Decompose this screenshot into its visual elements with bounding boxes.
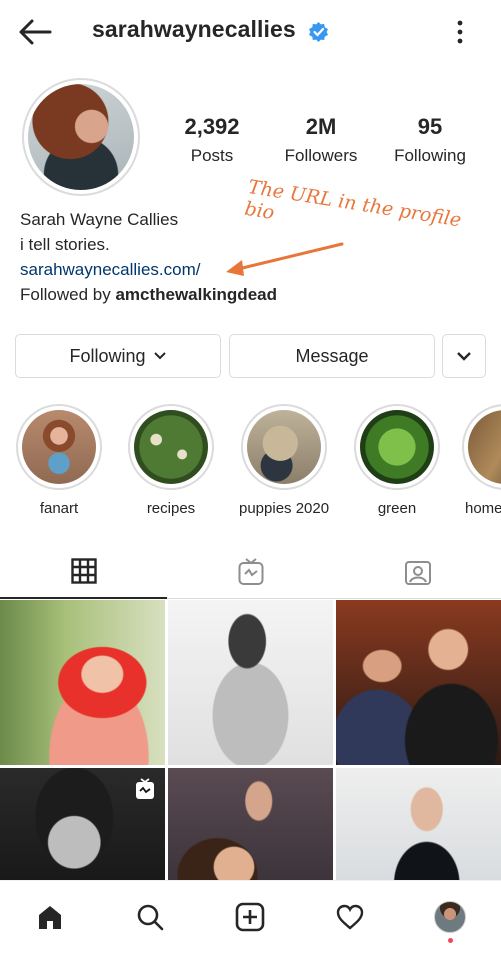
profile-bio: Sarah Wayne Callies i tell stories. sara… <box>20 207 277 307</box>
stat-following-label: Following <box>394 146 466 165</box>
highlight-fanart[interactable]: fanart <box>14 404 104 517</box>
tab-grid[interactable] <box>0 544 167 599</box>
highlight-ring <box>16 404 102 490</box>
notification-dot <box>448 938 453 943</box>
home-icon <box>39 906 61 929</box>
highlight-image <box>22 410 96 484</box>
profile-username: sarahwaynecallies <box>92 16 296 42</box>
highlight-ring <box>241 404 327 490</box>
bio-text: i tell stories. <box>20 235 110 254</box>
highlight-green[interactable]: green <box>352 404 442 517</box>
highlight-image <box>247 410 321 484</box>
profile-avatar-icon <box>434 901 466 933</box>
stat-posts-count: 2,392 <box>184 114 240 139</box>
heart-icon <box>336 904 364 930</box>
stat-following[interactable]: 95 Following <box>385 114 475 166</box>
highlight-label: green <box>377 500 417 517</box>
nav-profile[interactable] <box>430 899 470 935</box>
followed-by-account[interactable]: amcthewalkingdead <box>115 285 277 304</box>
chevron-down-icon <box>153 352 166 360</box>
highlight-ring <box>462 404 501 490</box>
posts-grid <box>0 600 501 880</box>
message-button[interactable]: Message <box>229 334 435 378</box>
add-post-icon <box>235 902 265 932</box>
igtv-icon <box>136 778 154 799</box>
stat-followers-label: Followers <box>284 146 358 165</box>
followed-by-prefix: Followed by <box>20 285 116 304</box>
profile-header: sarahwaynecallies <box>0 0 501 64</box>
tab-tagged[interactable] <box>334 544 501 599</box>
following-button[interactable]: Following <box>15 334 221 378</box>
highlight-label: home <box>465 500 501 517</box>
highlight-image <box>134 410 208 484</box>
stat-posts[interactable]: 2,392 Posts <box>172 114 252 166</box>
highlight-home[interactable]: home <box>462 404 501 517</box>
more-options-icon[interactable] <box>450 18 470 46</box>
verified-badge-icon <box>309 22 328 42</box>
igtv-icon <box>238 557 263 585</box>
followed-by[interactable]: Followed by amcthewalkingdead <box>20 282 277 307</box>
profile-tabs <box>0 544 501 599</box>
stat-followers[interactable]: 2M Followers <box>276 114 366 166</box>
post-thumbnail[interactable] <box>0 768 165 880</box>
tab-igtv[interactable] <box>167 544 334 599</box>
nav-activity[interactable] <box>330 899 370 935</box>
highlight-ring <box>354 404 440 490</box>
highlight-label: puppies 2020 <box>239 500 330 517</box>
search-icon <box>137 904 164 931</box>
highlight-ring <box>128 404 214 490</box>
nav-search[interactable] <box>130 899 170 935</box>
highlight-image <box>468 410 501 484</box>
nav-home[interactable] <box>30 899 70 935</box>
tagged-user-icon <box>404 560 431 585</box>
highlight-label: fanart <box>39 500 79 517</box>
nav-new-post[interactable] <box>230 899 270 935</box>
highlight-label: recipes <box>146 500 196 517</box>
bio-link[interactable]: sarahwaynecallies.com/ <box>20 257 277 282</box>
profile-avatar[interactable] <box>22 78 140 196</box>
following-button-label: Following <box>69 345 146 366</box>
grid-icon <box>70 557 97 584</box>
post-thumbnail[interactable] <box>0 600 165 765</box>
stat-posts-label: Posts <box>190 146 234 165</box>
post-thumbnail[interactable] <box>336 600 501 765</box>
post-thumbnail[interactable] <box>168 600 333 765</box>
back-arrow-icon[interactable] <box>18 16 52 48</box>
suggested-accounts-button[interactable] <box>442 334 486 378</box>
bottom-navigation <box>0 880 501 957</box>
highlight-recipes[interactable]: recipes <box>126 404 216 517</box>
bio-full-name: Sarah Wayne Callies <box>20 210 179 229</box>
post-thumbnail[interactable] <box>168 768 333 880</box>
avatar-image <box>28 84 134 190</box>
chevron-down-icon <box>457 352 471 361</box>
highlight-image <box>360 410 434 484</box>
stat-following-count: 95 <box>417 114 443 139</box>
stat-followers-count: 2M <box>305 114 337 139</box>
highlight-puppies-2020[interactable]: puppies 2020 <box>239 404 329 517</box>
message-button-label: Message <box>295 345 369 366</box>
post-thumbnail[interactable] <box>336 768 501 880</box>
